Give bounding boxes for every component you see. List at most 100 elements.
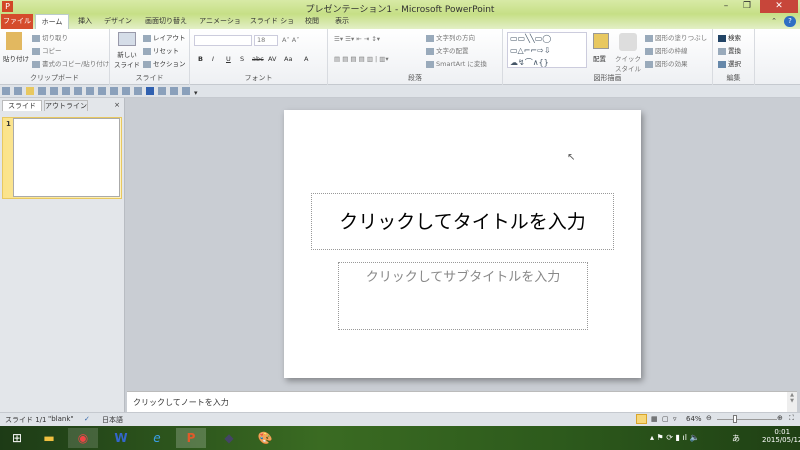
layout-button[interactable]: レイアウト xyxy=(143,32,186,42)
undo-icon[interactable] xyxy=(146,87,154,95)
font-name-select[interactable] xyxy=(194,35,252,46)
subtitle-placeholder[interactable]: クリックしてサブタイトルを入力 xyxy=(338,262,588,330)
shape-effects-button[interactable]: 図形の効果 xyxy=(645,58,688,68)
clock[interactable]: 0:01 2015/05/12 xyxy=(762,428,800,444)
slideshow-button[interactable]: ▿ xyxy=(673,415,677,423)
ime-indicator[interactable]: あ xyxy=(732,433,740,444)
slide-number: 1 xyxy=(6,120,11,128)
replace-button[interactable]: 置換 xyxy=(718,45,741,55)
notes-pane[interactable]: クリックしてノートを入力 ▲ ▼ xyxy=(127,391,797,412)
start-button[interactable]: ⊞ xyxy=(2,428,32,448)
tab-slides[interactable]: スライド xyxy=(2,100,42,111)
shape-fill-button[interactable]: 図形の塗りつぶし xyxy=(645,32,707,42)
tab-insert[interactable]: 挿入 xyxy=(72,14,98,29)
paste-button[interactable]: 貼り付け xyxy=(3,53,29,63)
slide-thumbnail[interactable] xyxy=(13,118,120,197)
word-icon[interactable]: W xyxy=(106,428,136,448)
find-button[interactable]: 検索 xyxy=(718,32,741,42)
save-icon[interactable] xyxy=(26,87,34,95)
restore-button[interactable]: ❐ xyxy=(737,0,757,13)
internet-explorer-icon[interactable]: e xyxy=(142,428,172,448)
bold-button[interactable]: B xyxy=(198,55,203,63)
font-color-button[interactable]: A xyxy=(304,55,308,63)
tab-review[interactable]: 校閲 xyxy=(300,14,324,29)
tab-home[interactable]: ホーム xyxy=(35,14,69,29)
picture-icon[interactable] xyxy=(50,87,58,95)
select-button[interactable]: 選択 xyxy=(718,58,741,68)
strikethrough-button[interactable]: abc xyxy=(252,55,264,63)
bullets-button[interactable]: ☰▾ ☰▾ ⇤ ⇥ ↕▾ xyxy=(334,35,380,43)
tab-transitions[interactable]: 画面切り替え xyxy=(140,14,192,29)
italic-button[interactable]: I xyxy=(212,55,214,63)
tab-animations[interactable]: アニメーション xyxy=(196,14,244,40)
fit-to-window-button[interactable]: ⛶ xyxy=(789,414,794,423)
shapes-gallery[interactable]: ▭▭╲╲▭◯ ▭△⌐⌐⇨⇩ ☁↯⌒∧{} xyxy=(507,32,587,68)
zoom-slider-thumb[interactable] xyxy=(733,415,737,423)
align-buttons[interactable]: ▤ ▤ ▤ ▤ ▥ | ▥▾ xyxy=(334,55,389,63)
format-painter-button[interactable]: 書式のコピー/貼り付け xyxy=(32,58,109,68)
reset-button[interactable]: リセット xyxy=(143,45,179,55)
align-icon[interactable] xyxy=(62,87,70,95)
theme-name[interactable]: "blank" xyxy=(48,415,74,423)
close-button[interactable]: ✕ xyxy=(760,0,798,13)
notes-scrollbar[interactable]: ▲ ▼ xyxy=(787,392,797,412)
copy-button[interactable]: コピー xyxy=(32,45,62,55)
grow-font-button[interactable]: A˄ A˅ xyxy=(282,36,299,44)
text-direction-button[interactable]: 文字列の方向 xyxy=(426,32,475,42)
tab-slideshow[interactable]: スライド ショー xyxy=(248,14,296,40)
normal-view-icon[interactable] xyxy=(2,87,10,95)
zoom-out-button[interactable]: ⊖ xyxy=(706,414,712,422)
zoom-in-button[interactable]: ⊕ xyxy=(777,414,783,422)
underline-button[interactable]: U xyxy=(226,55,231,63)
arrange-button[interactable]: 配置 xyxy=(593,53,606,63)
textbox-icon[interactable] xyxy=(134,87,142,95)
tab-view[interactable]: 表示 xyxy=(330,14,354,29)
font-group: 18 A˄ A˅ B I U S abc AV Aa A フォント xyxy=(190,29,328,85)
section-button[interactable]: セクション xyxy=(143,58,186,68)
language[interactable]: 日本語 xyxy=(102,415,123,425)
star-icon[interactable] xyxy=(38,87,46,95)
help-icon[interactable]: ? xyxy=(784,16,796,27)
spacing-icon[interactable] xyxy=(98,87,106,95)
app-icon[interactable]: ◆ xyxy=(214,428,244,448)
title-placeholder[interactable]: クリックしてタイトルを入力 xyxy=(311,193,614,250)
redo-icon[interactable] xyxy=(182,87,190,95)
zoom-level[interactable]: 64% xyxy=(686,415,702,423)
slide-canvas[interactable]: クリックしてタイトルを入力 クリックしてサブタイトルを入力 ↖ xyxy=(284,110,641,378)
cut-button[interactable]: 切り取り xyxy=(32,32,68,42)
tab-file[interactable]: ファイル xyxy=(1,14,33,29)
distribute-icon[interactable] xyxy=(74,87,82,95)
powerpoint-taskbar-icon[interactable]: P xyxy=(176,428,206,448)
table-icon[interactable] xyxy=(158,87,166,95)
smartart-button[interactable]: SmartArt に変換 xyxy=(426,58,487,68)
shape-outline-button[interactable]: 図形の枠線 xyxy=(645,45,688,55)
minimize-button[interactable]: – xyxy=(716,0,736,13)
quick-styles-button[interactable]: クイック スタイル xyxy=(615,53,641,73)
shadow-button[interactable]: S xyxy=(240,55,244,63)
ribbon-tabs: ファイル ホーム 挿入 デザイン 画面切り替え アニメーション スライド ショー… xyxy=(0,14,800,40)
slide-sorter-button[interactable]: ▦ xyxy=(651,415,658,423)
shapes-icon[interactable] xyxy=(122,87,130,95)
indent-icon[interactable] xyxy=(110,87,118,95)
chart-icon[interactable] xyxy=(170,87,178,95)
new-slide-button[interactable]: 新しい スライド xyxy=(114,49,140,69)
font-size-select[interactable]: 18 xyxy=(254,35,278,46)
align-text-button[interactable]: 文字の配置 xyxy=(426,45,469,55)
group-icon[interactable] xyxy=(86,87,94,95)
explorer-icon[interactable]: ▬ xyxy=(34,428,64,448)
customize-qat-icon[interactable]: ▾ xyxy=(194,89,202,97)
change-case-button[interactable]: Aa xyxy=(284,55,292,63)
normal-view-button[interactable] xyxy=(636,414,647,424)
tab-outline[interactable]: アウトライン xyxy=(44,100,88,111)
paint-icon[interactable]: 🎨 xyxy=(250,428,280,448)
character-spacing-button[interactable]: AV xyxy=(268,55,276,63)
reading-view-button[interactable]: ▢ xyxy=(662,415,669,423)
minimize-ribbon-icon[interactable]: ⌃ xyxy=(768,14,780,29)
spellcheck-icon[interactable]: ✓ xyxy=(84,415,90,423)
close-pane-icon[interactable]: × xyxy=(112,100,122,111)
chrome-icon[interactable]: ◉ xyxy=(68,428,98,448)
tab-design[interactable]: デザイン xyxy=(100,14,136,29)
tray-icons[interactable]: ▴ ⚑ ⟳ ▮ ıl 🔈 xyxy=(650,433,699,442)
link-icon[interactable] xyxy=(14,87,22,95)
zoom-slider[interactable] xyxy=(717,419,777,420)
